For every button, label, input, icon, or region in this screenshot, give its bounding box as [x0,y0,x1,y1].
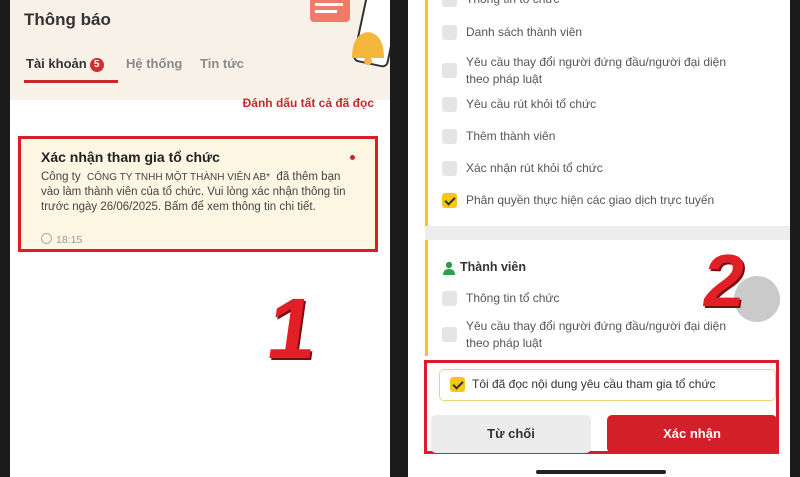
time-text: 18:15 [56,234,83,246]
permission-label: Phân quyền thực hiện các giao dịch trực … [466,193,715,207]
agree-checkbox[interactable] [450,377,465,392]
checkbox[interactable] [442,161,457,176]
permission-label: Yêu cầu rút khỏi tổ chức [466,97,597,111]
tab-account-label: Tài khoản [26,56,87,71]
permission-label: Xác nhận rút khỏi tổ chức [466,161,603,175]
checkbox[interactable] [442,0,457,7]
member-icon [443,261,455,275]
mark-all-read-link[interactable]: Đánh dấu tất cả đã đọc [243,96,374,110]
section-accent-bar [425,0,428,226]
reject-button[interactable]: Từ chối [431,415,591,453]
permission-label: Thông tin tổ chức [466,291,560,305]
checkbox[interactable] [442,291,457,306]
permission-label-line2: theo pháp luật [466,72,543,86]
member-section-title: Thành viên [460,260,526,274]
body-prefix: Công ty [41,171,81,183]
notification-body: Công ty CÔNG TY TNHH MỘT THÀNH VIÊN AB* … [41,170,361,215]
clock-icon [41,233,52,244]
permission-label: Danh sách thành viên [466,25,583,39]
active-tab-indicator [24,80,118,83]
tab-news[interactable]: Tin tức [200,56,244,71]
page-title: Thông báo [24,10,111,29]
notification-title: Xác nhận tham gia tổ chức [41,149,220,165]
permission-label: Thông tin tổ chức [466,0,559,8]
permission-label: Thêm thành viên [466,129,556,143]
tab-system[interactable]: Hệ thống [126,56,182,71]
permission-label-line2: theo pháp luật [466,336,543,350]
notification-illustration-icon [310,0,390,68]
notification-time: 18:15 [41,233,82,246]
notification-card[interactable]: Xác nhận tham gia tổ chức Công ty CÔNG T… [18,136,378,252]
permission-label: Yêu cầu thay đổi người đứng đầu/người đạ… [466,54,726,88]
step-number-1: 1 [261,281,323,377]
checkbox[interactable] [442,129,457,144]
checkbox-checked[interactable] [442,193,457,208]
notification-header: Thông báo Tài khoản 5 Hệ thống Tin tức [10,0,390,100]
unread-badge: 5 [89,58,104,72]
unread-dot [350,155,355,160]
permission-label: Yêu cầu thay đổi người đứng đầu/người đạ… [466,318,726,352]
right-phone-screen: Thông tin tổ chức Danh sách thành viên Y… [408,0,790,477]
agree-label: Tôi đã đọc nội dung yêu cầu tham gia tổ … [472,377,716,391]
checkbox[interactable] [442,327,457,342]
confirm-button[interactable]: Xác nhận [607,415,777,453]
permission-label-line1: Yêu cầu thay đổi người đứng đầu/người đạ… [466,55,727,69]
left-phone-screen: Thông báo Tài khoản 5 Hệ thống Tin tức Đá… [10,0,390,477]
home-indicator [536,470,666,474]
section-accent-bar-2 [425,240,428,356]
checkbox[interactable] [442,25,457,40]
agree-checkbox-row[interactable]: Tôi đã đọc nội dung yêu cầu tham gia tổ … [439,369,776,401]
company-name: CÔNG TY TNHH MỘT THÀNH VIÊN AB* [87,172,271,183]
tab-account[interactable]: Tài khoản 5 [26,56,104,72]
permission-label-line1: Yêu cầu thay đổi người đứng đầu/người đạ… [466,319,727,333]
checkbox[interactable] [442,97,457,112]
checkbox[interactable] [442,63,457,78]
confirmation-area: Tôi đã đọc nội dung yêu cầu tham gia tổ … [424,360,779,454]
